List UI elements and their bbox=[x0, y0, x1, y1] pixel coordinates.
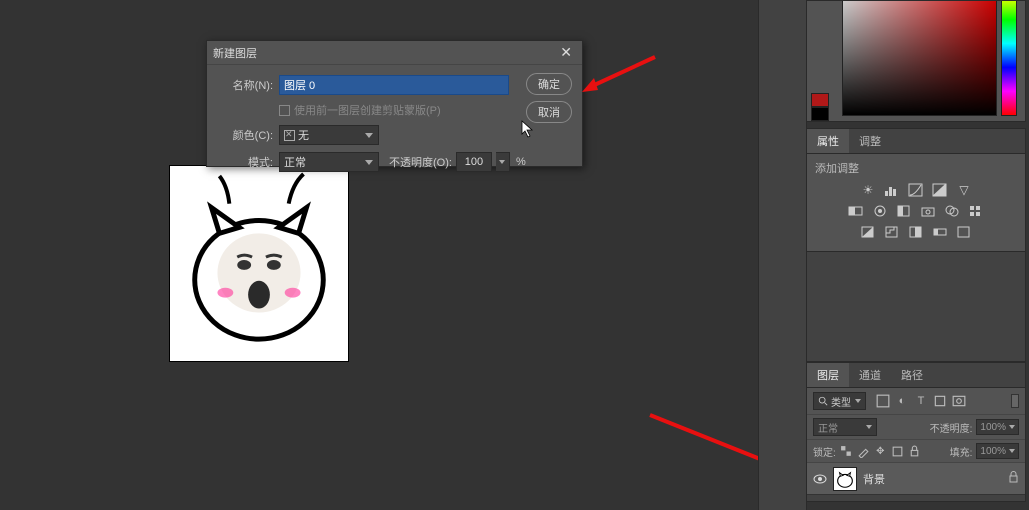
layers-panel: 图层 通道 路径 类型 ◐ T 正常 不透明度: 100 bbox=[806, 362, 1026, 502]
tab-paths[interactable]: 路径 bbox=[891, 363, 933, 387]
layer-name-label: 背景 bbox=[863, 471, 885, 487]
mode-label: 模式: bbox=[219, 154, 273, 170]
tab-adjustments[interactable]: 调整 bbox=[849, 129, 891, 153]
channel-mixer-icon[interactable] bbox=[943, 203, 961, 218]
filter-pixel-icon[interactable] bbox=[876, 394, 890, 408]
lock-position-icon[interactable]: ✥ bbox=[874, 445, 887, 458]
annotation-arrow bbox=[580, 52, 660, 102]
color-label: 颜色(C): bbox=[219, 127, 273, 143]
lock-paint-icon[interactable] bbox=[857, 445, 870, 458]
fill-value: 100% bbox=[980, 446, 1006, 457]
color-field[interactable] bbox=[842, 0, 997, 116]
name-label: 名称(N): bbox=[219, 77, 273, 93]
color-value: 无 bbox=[298, 127, 309, 143]
opacity-label: 不透明度(O): bbox=[389, 154, 452, 170]
posterize-icon[interactable] bbox=[883, 224, 901, 239]
blend-mode-dropdown[interactable]: 正常 bbox=[813, 418, 877, 436]
visibility-toggle-icon[interactable] bbox=[813, 472, 827, 486]
gradient-map-icon[interactable] bbox=[931, 224, 949, 239]
opacity-input[interactable] bbox=[456, 152, 492, 172]
curves-icon[interactable] bbox=[907, 182, 925, 197]
fill-label: 填充: bbox=[950, 444, 973, 459]
brightness-icon[interactable]: ☀ bbox=[859, 182, 877, 197]
layer-item-background[interactable]: 背景 bbox=[807, 463, 1025, 495]
panel-dock-strip bbox=[758, 0, 807, 510]
layer-opacity-input[interactable]: 100% bbox=[976, 419, 1019, 435]
ok-button[interactable]: 确定 bbox=[526, 73, 572, 95]
hue-sat-icon[interactable] bbox=[847, 203, 865, 218]
mode-dropdown[interactable]: 正常 bbox=[279, 152, 379, 172]
vibrance-icon[interactable]: ▽ bbox=[955, 182, 973, 197]
filter-type-label: 类型 bbox=[831, 394, 851, 409]
color-balance-icon[interactable] bbox=[871, 203, 889, 218]
canvas-area: 新建图层 ✕ 确定 取消 名称(N): 使用前一图层创建剪贴蒙版(P) 颜色(C… bbox=[0, 0, 756, 510]
filter-smart-icon[interactable] bbox=[952, 394, 966, 408]
tab-channels[interactable]: 通道 bbox=[849, 363, 891, 387]
opacity-dropdown-icon[interactable] bbox=[496, 152, 510, 172]
exposure-icon[interactable] bbox=[931, 182, 949, 197]
dialog-titlebar[interactable]: 新建图层 ✕ bbox=[207, 41, 582, 65]
blend-mode-value: 正常 bbox=[818, 420, 838, 435]
clip-mask-label: 使用前一图层创建剪贴蒙版(P) bbox=[294, 102, 441, 118]
lock-label: 锁定: bbox=[813, 444, 836, 459]
selective-color-icon[interactable] bbox=[955, 224, 973, 239]
none-icon bbox=[284, 130, 295, 141]
clip-mask-checkbox[interactable] bbox=[279, 105, 290, 116]
mode-value: 正常 bbox=[284, 154, 306, 170]
tab-properties[interactable]: 属性 bbox=[807, 129, 849, 153]
color-panel bbox=[806, 0, 1026, 122]
lock-all-icon[interactable] bbox=[908, 445, 921, 458]
hue-slider[interactable] bbox=[1001, 0, 1017, 116]
layer-thumbnail[interactable] bbox=[833, 467, 857, 491]
new-layer-dialog: 新建图层 ✕ 确定 取消 名称(N): 使用前一图层创建剪贴蒙版(P) 颜色(C… bbox=[206, 40, 583, 167]
layer-opacity-label: 不透明度: bbox=[930, 420, 973, 435]
color-dropdown[interactable]: 无 bbox=[279, 125, 379, 145]
canvas-image bbox=[170, 166, 348, 361]
right-panel-column: 属性 调整 添加调整 ☀ ▽ bbox=[806, 0, 1026, 510]
close-icon[interactable]: ✕ bbox=[556, 44, 576, 61]
layer-list: 背景 bbox=[807, 463, 1025, 501]
layer-opacity-value: 100% bbox=[980, 422, 1006, 433]
photo-filter-icon[interactable] bbox=[919, 203, 937, 218]
filter-shape-icon[interactable] bbox=[933, 394, 947, 408]
lock-pixels-icon[interactable] bbox=[840, 445, 853, 458]
invert-icon[interactable] bbox=[859, 224, 877, 239]
document-canvas[interactable] bbox=[169, 165, 349, 362]
tab-layers[interactable]: 图层 bbox=[807, 363, 849, 387]
background-swatch[interactable] bbox=[811, 107, 829, 121]
adjustments-subtitle: 添加调整 bbox=[815, 160, 1017, 176]
properties-panel: 属性 调整 添加调整 ☀ ▽ bbox=[806, 128, 1026, 252]
bw-icon[interactable] bbox=[895, 203, 913, 218]
layer-name-input[interactable] bbox=[279, 75, 509, 95]
lock-icon[interactable] bbox=[1008, 471, 1019, 486]
filter-adjust-icon[interactable]: ◐ bbox=[895, 394, 909, 408]
panel-spacer bbox=[806, 252, 1026, 362]
color-lookup-icon[interactable] bbox=[967, 203, 985, 218]
lock-artboard-icon[interactable] bbox=[891, 445, 904, 458]
dialog-title: 新建图层 bbox=[213, 45, 257, 61]
levels-icon[interactable] bbox=[883, 182, 901, 197]
filter-type-icon[interactable]: T bbox=[914, 394, 928, 408]
filter-toggle[interactable] bbox=[1011, 394, 1019, 408]
percent-label: % bbox=[516, 156, 526, 168]
filter-type-dropdown[interactable]: 类型 bbox=[813, 392, 866, 410]
search-icon bbox=[818, 396, 828, 406]
cancel-button[interactable]: 取消 bbox=[526, 101, 572, 123]
foreground-swatch[interactable] bbox=[811, 93, 829, 107]
fill-input[interactable]: 100% bbox=[976, 443, 1019, 459]
threshold-icon[interactable] bbox=[907, 224, 925, 239]
